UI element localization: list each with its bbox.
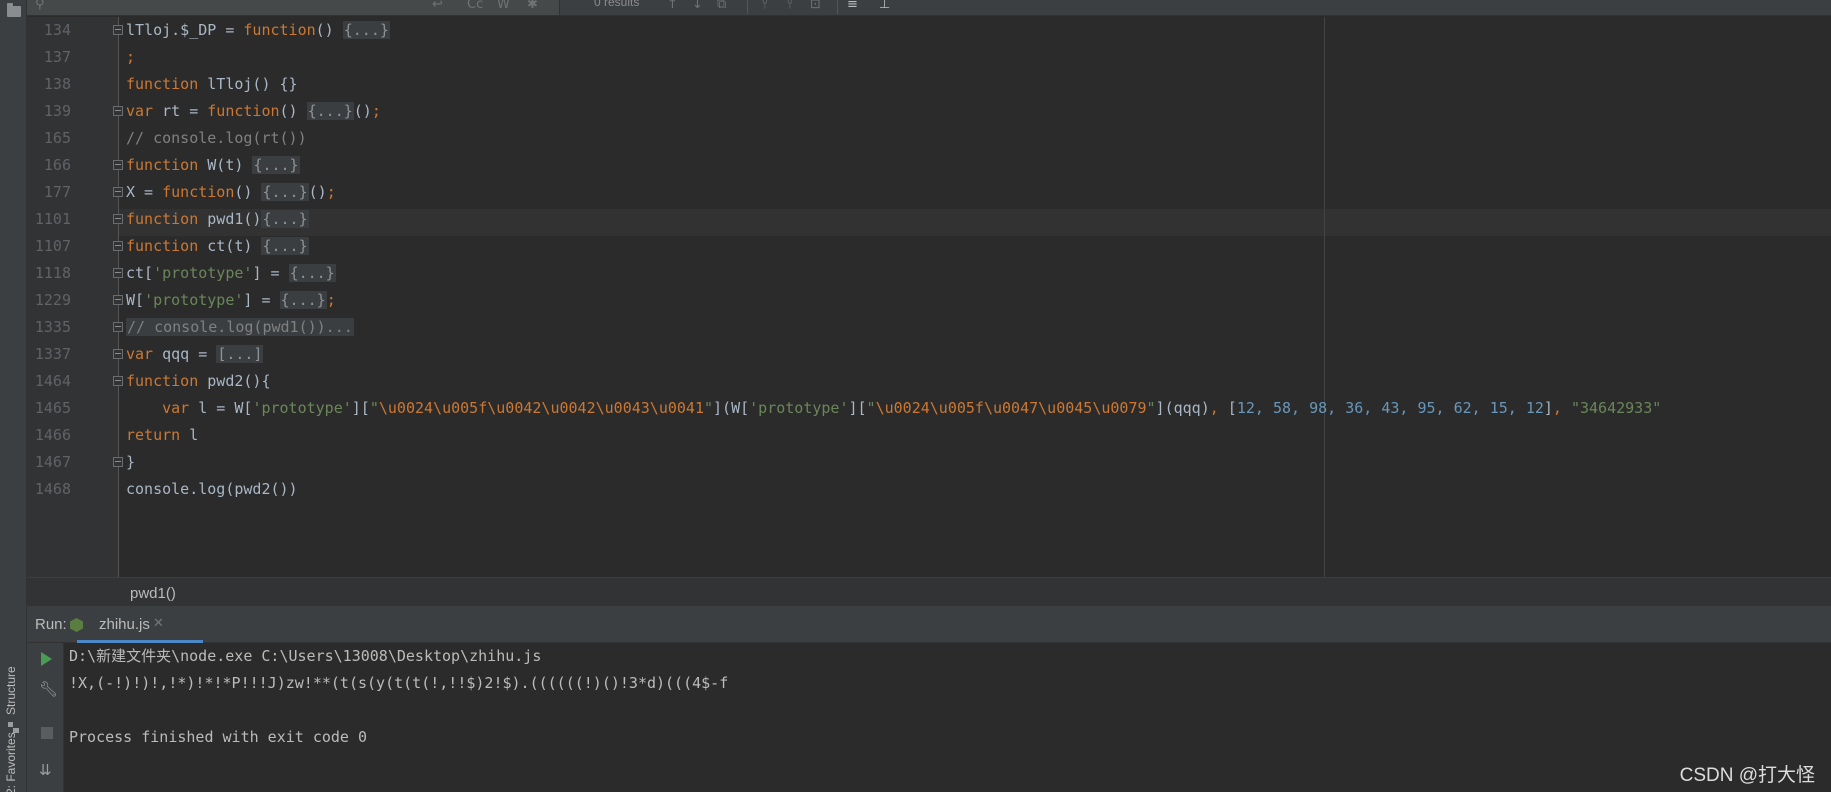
- line-number: 1464: [34, 372, 71, 390]
- project-folder-icon[interactable]: [7, 3, 21, 17]
- code-line: lTloj.$_DP = function() {...}: [126, 21, 390, 39]
- line-number: 1335: [34, 318, 71, 336]
- stop-icon[interactable]: [41, 727, 53, 739]
- folded-region[interactable]: {...}: [261, 210, 309, 228]
- history-icon[interactable]: ↩: [432, 0, 443, 12]
- close-icon[interactable]: ✕: [153, 616, 164, 631]
- right-margin-guide: [1324, 17, 1325, 577]
- fold-toggle-icon[interactable]: [113, 322, 123, 332]
- run-toolbar: 🔧︎ ⇊: [27, 643, 64, 792]
- fold-toggle-icon[interactable]: [113, 457, 123, 467]
- toggle-selection-icon[interactable]: ⊡: [810, 0, 821, 12]
- line-number: 177: [43, 183, 71, 201]
- line-number: 165: [43, 129, 71, 147]
- line-number: 1466: [34, 426, 71, 444]
- fold-toggle-icon[interactable]: [113, 187, 123, 197]
- fold-toggle-icon[interactable]: [113, 241, 123, 251]
- remove-selection-icon[interactable]: ⫯: [787, 0, 793, 12]
- line-number: 134: [43, 21, 71, 39]
- code-line: var qqq = [...]: [126, 345, 264, 363]
- code-line: ct['prototype'] = {...}: [126, 264, 336, 282]
- wrench-icon[interactable]: 🔧︎: [39, 680, 58, 698]
- code-line: X = function() {...}();: [126, 183, 336, 201]
- line-number: 1101: [34, 210, 71, 228]
- rerun-icon[interactable]: [41, 652, 52, 666]
- console-line: D:\新建文件夹\node.exe C:\Users\13008\Desktop…: [69, 647, 542, 665]
- code-line: function pwd2(){: [126, 372, 271, 390]
- fold-toggle-icon[interactable]: [113, 160, 123, 170]
- console-line: !X,(-!)!)!,!*)!*!*P!!!J)zw!**(t(s(y(t(t(…: [69, 674, 729, 692]
- fold-toggle-icon[interactable]: [113, 349, 123, 359]
- fold-toggle-icon[interactable]: [113, 106, 123, 116]
- pin-icon[interactable]: ⊥: [879, 0, 890, 12]
- code-editor[interactable]: 134 137 138 139 165 166 177 1101 1107 11…: [27, 17, 1831, 577]
- folded-region[interactable]: {...}: [279, 291, 327, 309]
- run-panel-header: Run: zhihu.js ✕: [27, 607, 1831, 643]
- run-tab-label[interactable]: zhihu.js: [99, 616, 150, 633]
- filter-icon[interactable]: ≡: [847, 0, 858, 12]
- folded-region[interactable]: // console.log(pwd1())...: [126, 318, 354, 336]
- previous-occurrence-icon[interactable]: ↑: [667, 0, 678, 12]
- folded-region[interactable]: [...]: [216, 345, 264, 363]
- code-line: function ct(t) {...}: [126, 237, 309, 255]
- folded-region[interactable]: {...}: [252, 156, 300, 174]
- code-line: // console.log(pwd1())...: [126, 314, 354, 341]
- fold-toggle-icon[interactable]: [113, 214, 123, 224]
- line-number: 1337: [34, 345, 71, 363]
- line-number: 1468: [34, 480, 71, 498]
- find-results-count: 0 results: [594, 0, 640, 9]
- code-line: console.log(pwd2()): [126, 480, 298, 498]
- structure-tool-tab[interactable]: Structure: [4, 666, 18, 715]
- regex-icon[interactable]: ✱: [527, 0, 538, 12]
- search-icon: ⚲: [35, 0, 45, 12]
- console-output[interactable]: D:\新建文件夹\node.exe C:\Users\13008\Desktop…: [64, 643, 1831, 792]
- line-number: 1118: [34, 264, 71, 282]
- code-line: W['prototype'] = {...};: [126, 291, 336, 309]
- folded-region[interactable]: {...}: [342, 21, 390, 39]
- code-line: return l: [126, 426, 199, 444]
- code-line: function lTloj() {}: [126, 75, 298, 93]
- fold-toggle-icon[interactable]: [113, 268, 123, 278]
- run-panel-title: Run:: [35, 616, 67, 633]
- folded-region[interactable]: {...}: [261, 237, 309, 255]
- folded-region[interactable]: {...}: [261, 183, 309, 201]
- left-tool-strip: Structure 2: Favorites: [0, 0, 27, 792]
- match-case-icon[interactable]: Cc: [467, 0, 483, 12]
- favorites-tool-tab[interactable]: 2: Favorites: [4, 732, 18, 792]
- line-number: 1465: [34, 399, 71, 417]
- fold-toggle-icon[interactable]: [113, 376, 123, 386]
- find-toolbar: ⚲ ↩ Cc W ✱ 0 results ↑ ↓ ⧉ ⫯ ⫯ ⊡ ≡ ⊥: [27, 0, 1831, 16]
- console-line: Process finished with exit code 0: [69, 728, 368, 746]
- folded-region[interactable]: {...}: [306, 102, 354, 120]
- whole-words-icon[interactable]: W: [497, 0, 510, 12]
- line-number: 1107: [34, 237, 71, 255]
- line-number: 138: [43, 75, 71, 93]
- code-line: }: [126, 453, 136, 471]
- add-selection-icon[interactable]: ⫯: [762, 0, 768, 12]
- next-occurrence-icon[interactable]: ↓: [692, 0, 703, 12]
- watermark: CSDN @打大怪: [1679, 765, 1815, 786]
- fold-toggle-icon[interactable]: [113, 295, 123, 305]
- code-line: ;: [126, 48, 136, 66]
- line-number: 1229: [34, 291, 71, 309]
- find-input[interactable]: ⚲ ↩ Cc W ✱: [27, 0, 560, 15]
- scroll-to-end-icon[interactable]: ⇊: [39, 761, 52, 779]
- code-line: // console.log(rt()): [126, 129, 307, 147]
- breadcrumb-item[interactable]: pwd1(): [130, 585, 176, 602]
- line-number: 137: [43, 48, 71, 66]
- code-line: var l = W['prototype']["\u0024\u005f\u00…: [162, 399, 1662, 417]
- code-line: function pwd1(){...}: [126, 210, 309, 228]
- line-number: 1467: [34, 453, 71, 471]
- folded-region[interactable]: {...}: [288, 264, 336, 282]
- select-all-occurrences-icon[interactable]: ⧉: [717, 0, 726, 12]
- breadcrumb: pwd1(): [27, 577, 1831, 607]
- code-line: function W(t) {...}: [126, 156, 300, 174]
- line-number: 166: [43, 156, 71, 174]
- line-number: 139: [43, 102, 71, 120]
- code-line: var rt = function() {...}();: [126, 102, 381, 120]
- fold-toggle-icon[interactable]: [113, 25, 123, 35]
